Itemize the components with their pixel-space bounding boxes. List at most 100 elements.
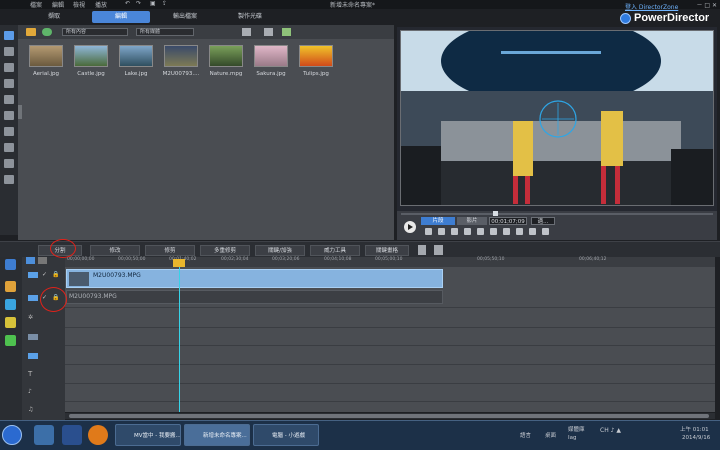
snapshot-icon[interactable] <box>503 228 510 235</box>
stop-icon[interactable] <box>425 228 432 235</box>
track-divider <box>65 345 715 346</box>
modify-button[interactable]: 修改 <box>90 245 140 256</box>
thumb-lake[interactable] <box>119 45 153 67</box>
dock-icon[interactable] <box>516 228 523 235</box>
thumb-tulips[interactable] <box>299 45 333 67</box>
redo-icon[interactable]: ↷ <box>136 0 141 7</box>
multi-trim-button[interactable]: 多重修剪 <box>200 245 250 256</box>
thumb-sakura[interactable] <box>254 45 288 67</box>
effect-track-icon: ✲ <box>28 314 34 321</box>
seek-handle[interactable] <box>493 211 498 216</box>
clip-mode-button[interactable]: 片段 <box>421 217 455 225</box>
3d-icon[interactable] <box>529 228 536 235</box>
clock-time[interactable]: 上午 01:01 <box>680 425 709 433</box>
import-folder-icon[interactable] <box>26 28 36 36</box>
window-controls[interactable]: － □ ✕ <box>696 0 717 9</box>
annotation-circle-split <box>50 239 76 258</box>
menu-file[interactable]: 檔案 <box>30 0 42 9</box>
subtitle-room-icon[interactable] <box>4 175 14 184</box>
menu-view[interactable]: 檢視 <box>73 0 85 9</box>
label-lake: Lake.jpg <box>124 71 148 77</box>
tray-item-1[interactable]: 媒體庫 <box>568 425 585 433</box>
effects-room-icon[interactable] <box>4 47 14 56</box>
fullscreen-icon[interactable] <box>542 228 549 235</box>
fast-forward-icon[interactable] <box>464 228 471 235</box>
playhead-marker-icon[interactable] <box>173 259 185 267</box>
delete-icon[interactable] <box>418 245 426 255</box>
audio-mixing-room-icon[interactable] <box>4 127 14 136</box>
timeline-view-icon[interactable] <box>5 259 16 270</box>
magic-style-icon[interactable] <box>5 317 16 328</box>
playhead-line[interactable] <box>179 267 180 412</box>
storyboard-icon[interactable] <box>26 257 35 264</box>
trim-button[interactable]: 修剪 <box>145 245 195 256</box>
title-room-icon[interactable] <box>4 95 14 104</box>
tab-create-disc[interactable]: 製作光碟 <box>230 11 270 23</box>
new-folder-icon[interactable] <box>282 28 291 36</box>
auto-cut-icon[interactable] <box>5 299 16 310</box>
video-track-lock-icon[interactable]: 🔒 <box>52 271 59 278</box>
timeline-scroll-thumb[interactable] <box>69 414 709 418</box>
export-icon[interactable]: ⇪ <box>162 0 167 7</box>
tray-icons[interactable]: CH ♪ ▲ <box>600 427 621 434</box>
voiceover-room-icon[interactable] <box>4 143 14 152</box>
tray-item-2[interactable]: Iag <box>568 435 576 441</box>
tab-produce[interactable]: 輸出檔案 <box>165 11 205 23</box>
keyframe-button[interactable]: 關鍵畫格 <box>365 245 409 256</box>
library-collapse-handle[interactable] <box>18 105 22 119</box>
save-icon[interactable]: ▣ <box>150 0 156 7</box>
prev-frame-icon[interactable] <box>438 228 445 235</box>
video-track-icon <box>28 272 38 278</box>
menu-play[interactable]: 播放 <box>95 0 107 9</box>
firefox-icon[interactable] <box>88 425 108 445</box>
desktop-toolbar[interactable]: 桌面 <box>545 431 556 439</box>
media-player-icon[interactable] <box>34 425 54 445</box>
preview-seekbar[interactable] <box>401 213 713 215</box>
power-tools-button[interactable]: 威力工具 <box>310 245 360 256</box>
grid-view-icon[interactable] <box>242 28 251 36</box>
pip-room-icon[interactable] <box>4 63 14 72</box>
thumb-castle[interactable] <box>74 45 108 67</box>
magic-tools-icon[interactable] <box>5 281 16 292</box>
next-frame-icon[interactable] <box>451 228 458 235</box>
audio-clip[interactable]: M2U00793.MPG <box>66 290 443 304</box>
taskbar-window-3[interactable]: 電腦 - 小遊戲 <box>253 424 319 446</box>
movie-mode-button[interactable]: 影片 <box>457 217 487 225</box>
track-manager-icon[interactable] <box>434 245 443 255</box>
content-filter-select[interactable]: 所有內容 <box>62 28 128 36</box>
undo-icon[interactable]: ↶ <box>125 0 130 7</box>
clock-date[interactable]: 2014/9/16 <box>682 435 710 441</box>
sort-icon[interactable] <box>264 28 273 36</box>
zoom-select[interactable]: 適... <box>531 217 555 225</box>
magic-music-icon[interactable] <box>5 335 16 346</box>
taskbar-window-1[interactable]: MV當中 - 我要搬... <box>115 424 181 446</box>
volume-icon[interactable] <box>477 228 484 235</box>
timeline-mode-icon[interactable] <box>38 257 47 264</box>
timeline-scrollbar[interactable] <box>65 413 715 419</box>
particle-room-icon[interactable] <box>4 79 14 88</box>
tab-edit[interactable]: 編輯 <box>92 11 150 23</box>
voice-track-icon: ♪ <box>28 388 32 395</box>
language-bar[interactable]: 語言 <box>520 431 531 439</box>
thumb-m2u00793[interactable] <box>164 45 198 67</box>
play-button[interactable] <box>404 221 416 233</box>
taskbar-window-2[interactable]: 新增未命名專案... <box>184 424 250 446</box>
mute-icon[interactable] <box>490 228 497 235</box>
tab-capture[interactable]: 擷取 <box>34 11 74 23</box>
menu-edit[interactable]: 編輯 <box>52 0 64 9</box>
start-button[interactable] <box>2 425 22 445</box>
media-type-select[interactable]: 所有媒體 <box>136 28 194 36</box>
download-icon[interactable] <box>42 28 52 36</box>
music-app-icon[interactable] <box>62 425 82 445</box>
thumb-nature[interactable] <box>209 45 243 67</box>
chapter-room-icon[interactable] <box>4 159 14 168</box>
timecode-display[interactable]: 00;01;07;09 <box>489 217 527 225</box>
fix-enhance-button[interactable]: 關鍵/加強 <box>255 245 305 256</box>
transition-room-icon[interactable] <box>4 111 14 120</box>
media-room-icon[interactable] <box>4 31 14 40</box>
video-track-enable-icon[interactable]: ✓ <box>42 271 47 278</box>
video-clip[interactable]: M2U00793.MPG <box>66 269 443 288</box>
timeline-ruler[interactable]: 00;00;00;00 00;00;50;00 00;01;40;02 00;0… <box>65 257 715 267</box>
thumb-aerial[interactable] <box>29 45 63 67</box>
ruler-mark-4: 00;03;20;06 <box>272 257 300 262</box>
